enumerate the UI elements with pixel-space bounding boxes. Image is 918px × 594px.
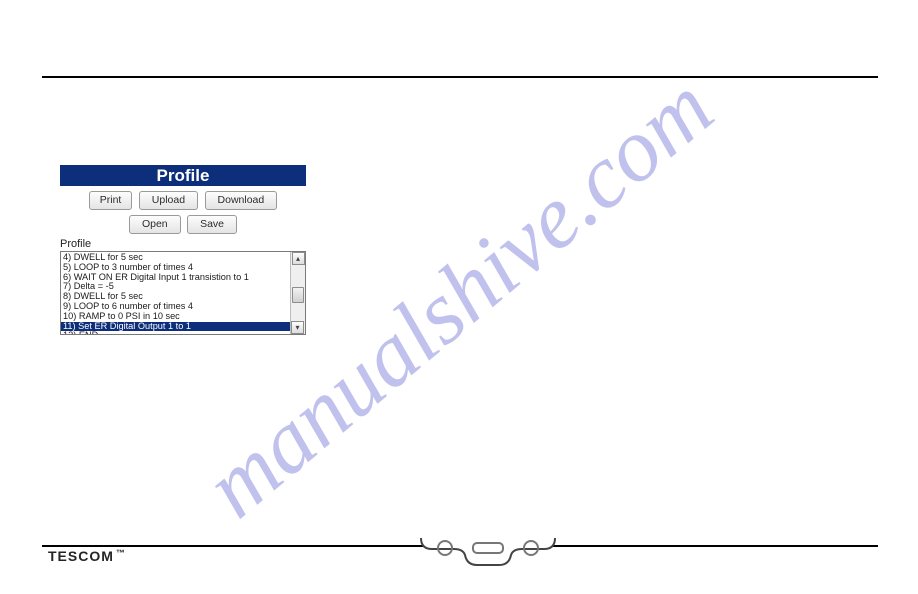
list-item[interactable]: 12) END [63, 331, 290, 335]
trademark-icon: ™ [114, 548, 126, 558]
scroll-up-icon[interactable]: ▴ [292, 252, 305, 265]
page-rule-top [42, 76, 878, 78]
list-item[interactable]: 4) DWELL for 5 sec [63, 253, 290, 263]
list-item[interactable]: 7) Delta = -5 [63, 282, 290, 292]
scroll-down-icon[interactable]: ▾ [291, 321, 304, 334]
list-items: 4) DWELL for 5 sec 5) LOOP to 3 number o… [61, 252, 292, 335]
button-row-2: Open Save [60, 214, 306, 234]
scroll-track[interactable] [291, 265, 305, 321]
footer-logo: TESCOM™ [48, 548, 126, 564]
list-item[interactable]: 8) DWELL for 5 sec [63, 292, 290, 302]
list-item[interactable]: 10) RAMP to 0 PSI in 10 sec [63, 312, 290, 322]
profile-steps-listbox[interactable]: 4) DWELL for 5 sec 5) LOOP to 3 number o… [60, 251, 306, 335]
footer-tab-decoration [418, 535, 558, 571]
button-row-1: Print Upload Download [60, 190, 306, 210]
section-label-profile: Profile [60, 238, 306, 250]
upload-button[interactable]: Upload [139, 191, 198, 210]
list-item[interactable]: 6) WAIT ON ER Digital Input 1 transistio… [63, 273, 290, 283]
open-button[interactable]: Open [129, 215, 181, 234]
list-item[interactable]: 5) LOOP to 3 number of times 4 [63, 263, 290, 273]
print-button[interactable]: Print [89, 191, 133, 210]
logo-text: TESCOM [48, 548, 114, 564]
list-item-selected[interactable]: 11) Set ER Digital Output 1 to 1 [61, 322, 292, 332]
scrollbar[interactable]: ▴ ▾ [290, 252, 305, 334]
scroll-thumb[interactable] [292, 287, 304, 303]
save-button[interactable]: Save [187, 215, 237, 234]
profile-panel: Profile Print Upload Download Open Save … [60, 165, 306, 335]
list-item[interactable]: 9) LOOP to 6 number of times 4 [63, 302, 290, 312]
download-button[interactable]: Download [205, 191, 278, 210]
panel-title: Profile [60, 165, 306, 186]
